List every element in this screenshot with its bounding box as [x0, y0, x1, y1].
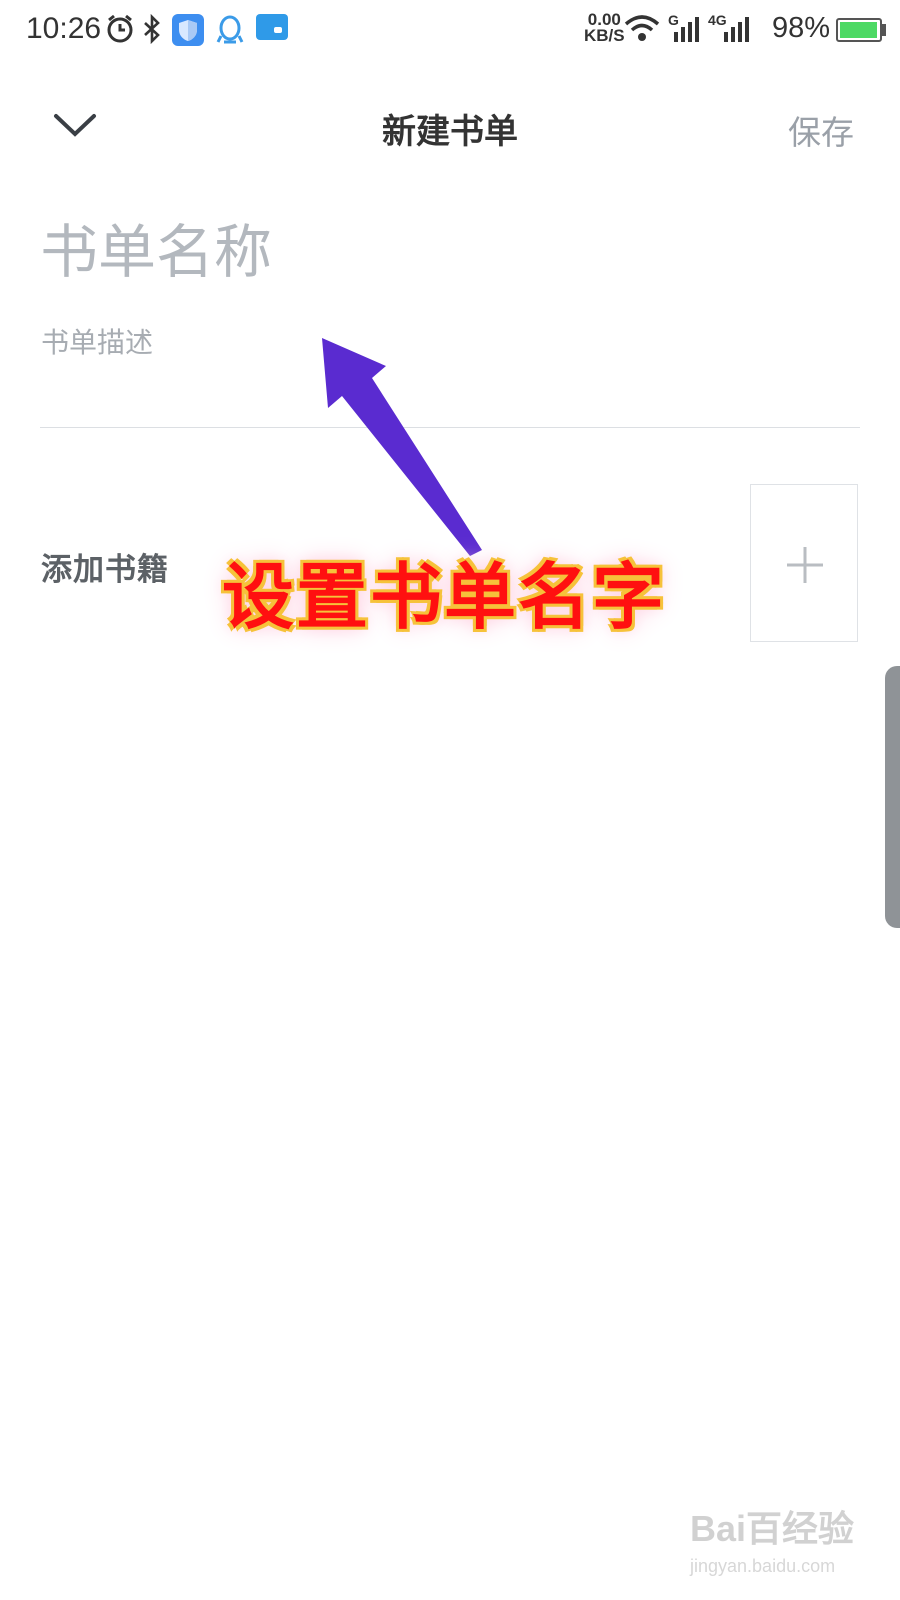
watermark-url: jingyan.baidu.com: [690, 1556, 836, 1576]
watermark-logo: Bai百经验: [690, 1508, 855, 1549]
annotation-text: 设置书单名字: [222, 554, 667, 639]
annotation-arrow: [322, 338, 482, 556]
watermark: Bai百经验 jingyan.baidu.com: [690, 1500, 890, 1590]
side-scroll-handle[interactable]: [885, 666, 900, 928]
